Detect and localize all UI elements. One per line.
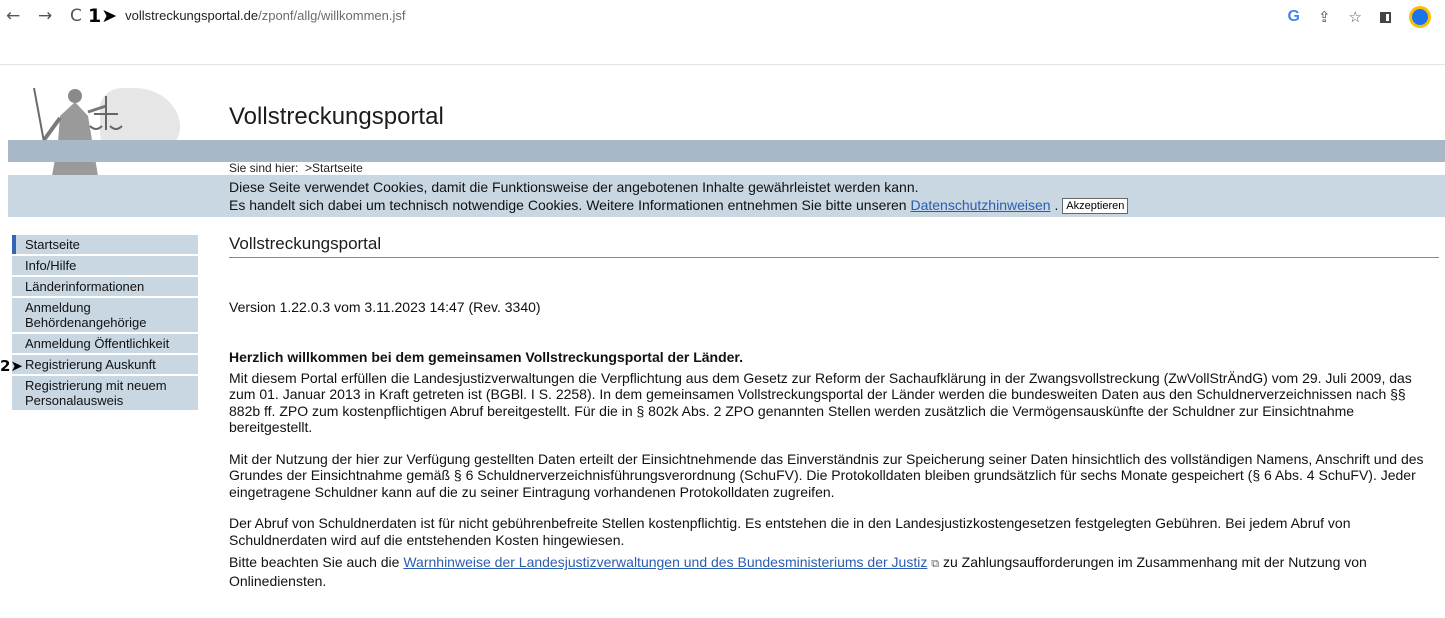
sidebar-item-startseite[interactable]: Startseite <box>12 235 198 254</box>
paragraph-1: Mit diesem Portal erfüllen die Landesjus… <box>229 369 1412 436</box>
sidebar-item-registrierung-neuer-personalausweis[interactable]: Registrierung mit neuem Personalausweis <box>12 376 198 410</box>
cookie-text-dot: . <box>1054 197 1059 213</box>
google-g-icon[interactable]: G <box>1288 5 1300 29</box>
breadcrumb-prefix: Sie sind hier: <box>229 161 299 175</box>
sidebar-item-anmeldung-oeffentlichkeit[interactable]: Anmeldung Öffentlichkeit <box>12 334 198 353</box>
sidebar-item-anmeldung-behoerdenangehoerige[interactable]: Anmeldung Behördenangehörige <box>12 298 198 332</box>
sidebar-nav: Startseite Info/Hilfe Länderinformatione… <box>0 235 198 412</box>
url-host: vollstreckungsportal.de <box>125 8 259 23</box>
divider <box>0 64 1445 65</box>
url-path: /zponf/allg/willkommen.jsf <box>258 8 406 23</box>
profile-avatar[interactable] <box>1409 6 1431 28</box>
star-icon[interactable]: ☆ <box>1349 5 1362 29</box>
welcome-text: Herzlich willkommen bei dem gemeinsamen … <box>229 349 1439 604</box>
site-title: Vollstreckungsportal <box>229 103 444 130</box>
welcome-heading: Herzlich willkommen bei dem gemeinsamen … <box>229 349 744 365</box>
warning-notices-link[interactable]: Warnhinweise der Landesjustizverwaltunge… <box>403 554 927 570</box>
paragraph-4: Bitte beachten Sie auch die Warnhinweise… <box>229 554 1439 589</box>
main-content: Vollstreckungsportal Version 1.22.0.3 vo… <box>229 234 1439 589</box>
privacy-link[interactable]: Datenschutzhinweisen <box>910 197 1050 213</box>
accept-cookies-button[interactable]: Akzeptieren <box>1062 198 1129 214</box>
annotation-marker-1: 1➤ <box>88 5 118 27</box>
sidebar-item-info-hilfe[interactable]: Info/Hilfe <box>12 256 198 275</box>
sidebar-item-laenderinformationen[interactable]: Länderinformationen <box>12 277 198 296</box>
external-link-icon: ⧉ <box>931 557 940 570</box>
share-icon[interactable]: ⇪ <box>1318 5 1331 29</box>
sidebar-item-label: Registrierung Auskunft <box>25 357 156 372</box>
browser-toolbar: ← → C 1➤ vollstreckungsportal.de/zponf/al… <box>0 0 1445 34</box>
cookie-banner: Diese Seite verwendet Cookies, damit die… <box>8 175 1445 217</box>
browser-actions: G ⇪ ☆ <box>1288 5 1431 29</box>
paragraph-4-pre: Bitte beachten Sie auch die <box>229 554 400 570</box>
sidebar-item-registrierung-auskunft[interactable]: 2➤ Registrierung Auskunft <box>0 355 198 375</box>
breadcrumb: Sie sind hier: >Startseite <box>229 162 363 175</box>
cookie-text-line2: Es handelt sich dabei um technisch notwe… <box>229 197 907 213</box>
annotation-marker-2: 2➤ <box>0 357 24 375</box>
cookie-text-line1: Diese Seite verwendet Cookies, damit die… <box>229 179 919 195</box>
version-info: Version 1.22.0.3 vom 3.11.2023 14:47 (Re… <box>229 299 541 315</box>
reload-button[interactable]: C <box>70 6 82 26</box>
paragraph-3: Der Abruf von Schuldnerdaten ist für nic… <box>229 515 1351 548</box>
address-bar[interactable]: 1➤ vollstreckungsportal.de/zponf/allg/wil… <box>88 4 406 28</box>
forward-button[interactable]: → <box>38 6 52 26</box>
header-band <box>8 140 1445 162</box>
justitia-icon <box>33 87 123 176</box>
back-button[interactable]: ← <box>6 6 20 26</box>
breadcrumb-current[interactable]: >Startseite <box>305 161 363 175</box>
side-panel-icon[interactable] <box>1380 11 1391 23</box>
paragraph-2: Mit der Nutzung der hier zur Verfügung g… <box>229 450 1424 500</box>
page-title: Vollstreckungsportal <box>229 234 1439 258</box>
